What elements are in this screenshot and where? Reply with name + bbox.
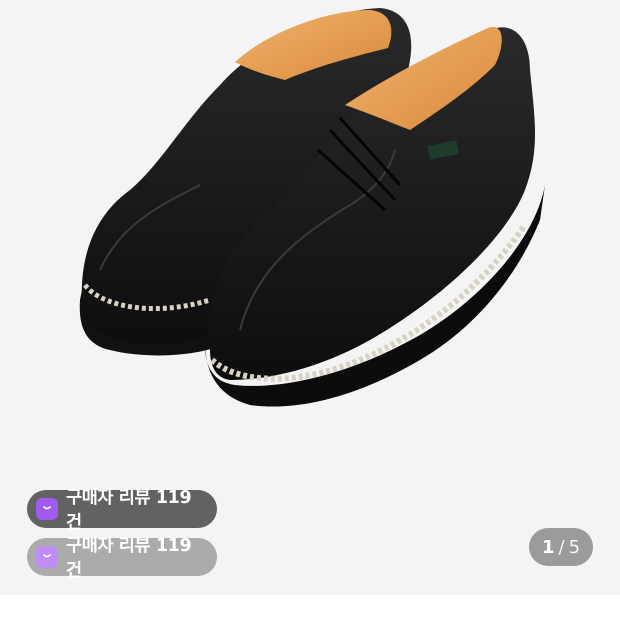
shopping-bag-icon: [36, 498, 58, 520]
shopping-bag-icon: [36, 546, 58, 568]
pager-total: 5: [568, 536, 581, 558]
pager-current: 1: [541, 536, 555, 558]
buyer-review-badge-secondary[interactable]: 구매자 리뷰 119건: [27, 536, 217, 581]
bottom-content-strip: [0, 595, 620, 620]
image-pager-indicator: 1 / 5: [529, 528, 593, 566]
buyer-review-label: 구매자 리뷰 119건: [66, 536, 192, 581]
buyer-review-label: 구매자 리뷰 119건: [66, 488, 192, 533]
buyer-review-badge[interactable]: 구매자 리뷰 119건: [27, 488, 217, 533]
pager-separator: /: [558, 536, 565, 558]
